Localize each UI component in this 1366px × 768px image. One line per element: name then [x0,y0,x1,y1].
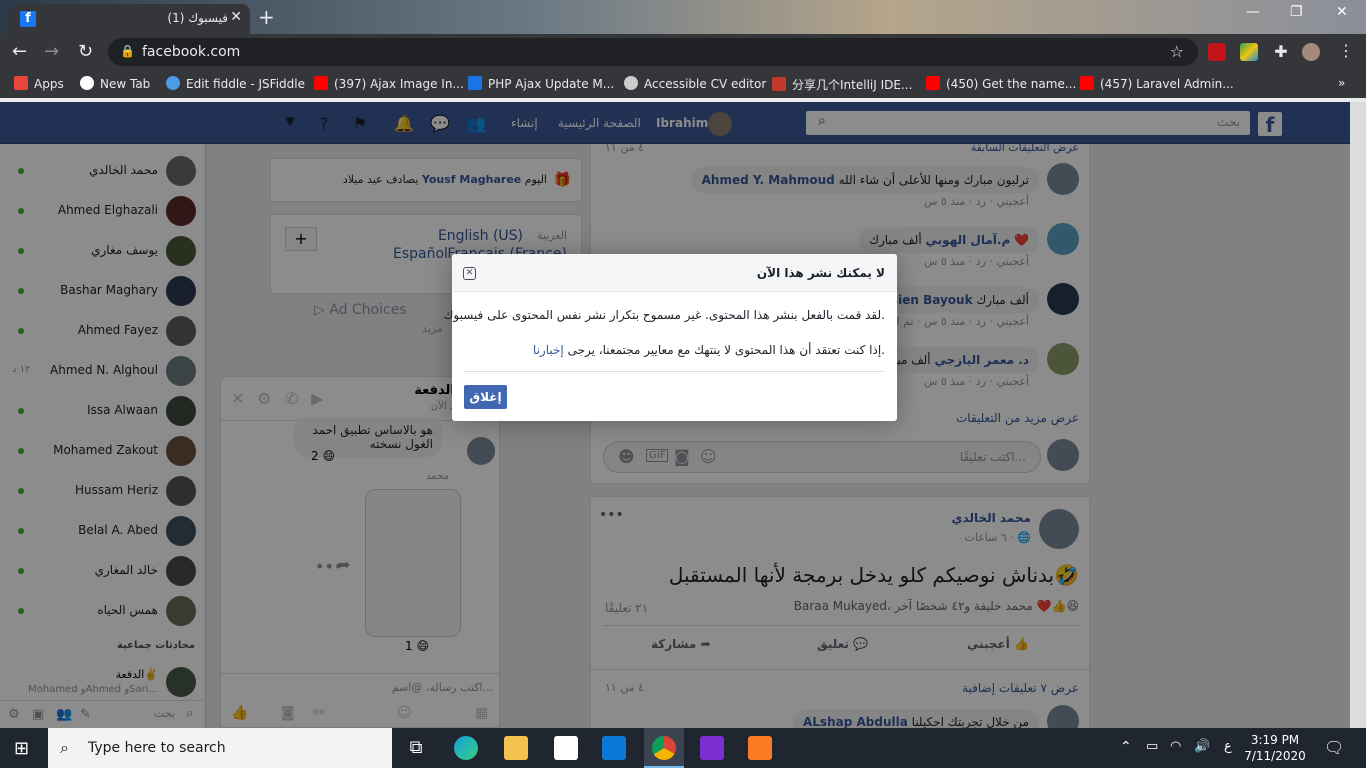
chrome-icon [652,736,676,760]
battery-icon[interactable]: ▭ [1146,739,1158,754]
globe-icon [80,76,94,90]
close-icon[interactable]: ✕ [463,267,476,280]
windows-taskbar: ⊞ ⌕ Type here to search ⧉ ⌃ ▭ ◠ 🔊 ع 3:19… [0,728,1366,768]
bookmark-ajax-image[interactable]: (397) Ajax Image In... [314,76,464,91]
dialog-message: لقد قمت بالفعل بنشر هذا المحتوى. غير مسم… [443,308,886,322]
browser-toolbar: ← → ↻ 🔒 facebook.com ☆ ✚ ⋮ [0,34,1366,70]
bookmark-new-tab[interactable]: New Tab [80,76,150,91]
volume-icon[interactable]: 🔊 [1194,739,1210,754]
input-language[interactable]: ع [1224,739,1232,754]
address-url: facebook.com [142,44,241,60]
page-scrollbar[interactable] [1350,102,1366,728]
notification-center-icon[interactable]: 🗨 [1324,738,1344,757]
dialog-report-message: إذا كنت تعتقد أن هذا المحتوى لا ينتهك مع… [532,343,885,357]
menu-kebab-icon[interactable]: ⋮ [1338,41,1354,60]
youtube-icon [926,76,940,90]
site-icon [772,77,786,91]
edge-browser-icon[interactable] [454,736,478,760]
xampp-icon[interactable] [748,736,772,760]
bookmark-php-ajax[interactable]: PHP Ajax Update M... [468,76,614,91]
profile-avatar[interactable] [1302,43,1320,61]
dialog-title: لا يمكنك نشر هذا الآن [756,266,885,280]
youtube-icon [1080,76,1094,90]
bookmark-star-icon[interactable]: ☆ [1170,42,1184,61]
w-icon [468,76,482,90]
lock-icon: 🔒 [120,44,135,58]
tab-close-icon[interactable]: ✕ [230,9,242,25]
new-tab-button[interactable]: + [258,5,275,29]
taskbar-clock[interactable]: 3:19 PM 7/11/2020 [1240,732,1310,764]
minimize-button[interactable]: — [1246,4,1260,20]
cannot-post-dialog: لا يمكنك نشر هذا الآن ✕ لقد قمت بالفعل ب… [444,254,897,421]
file-explorer-icon[interactable] [504,736,528,760]
divider [464,371,885,372]
bookmarks-overflow-icon[interactable]: » [1338,76,1345,90]
youtube-icon [314,76,328,90]
tab-title: (1) فيسبوك [167,11,228,25]
puzzle-extensions-icon[interactable]: ✚ [1272,43,1290,61]
chrome-taskbar-button[interactable] [644,728,684,768]
window-close-button[interactable]: ✕ [1336,4,1348,20]
browser-tabstrip: f (1) فيسبوك ✕ + — ❐ ✕ [0,0,1366,34]
dialog-header: لا يمكنك نشر هذا الآن ✕ [452,254,897,292]
search-icon: ⌕ [60,738,69,757]
windows-start-icon[interactable]: ⊞ [14,738,29,759]
phpstorm-icon[interactable] [700,736,724,760]
bookmark-jsfiddle[interactable]: Edit fiddle - JSFiddle [166,76,305,91]
bookmark-apps[interactable]: Apps [14,76,64,91]
bookmarks-bar: Apps New Tab Edit fiddle - JSFiddle (397… [0,70,1366,98]
bookmark-get-name[interactable]: (450) Get the name... [926,76,1076,91]
taskbar-search-input[interactable]: ⌕ Type here to search [48,728,392,768]
browser-tab[interactable]: f (1) فيسبوك ✕ [8,4,250,34]
bookmark-cv-editor[interactable]: Accessible CV editor [624,76,766,91]
bookmark-laravel[interactable]: (457) Laravel Admin... [1080,76,1234,91]
mail-icon[interactable] [602,736,626,760]
close-button[interactable]: إغلاق [464,385,507,409]
maximize-button[interactable]: ❐ [1290,4,1303,20]
tray-overflow-icon[interactable]: ⌃ [1120,739,1132,755]
pdf-extension-icon[interactable] [1208,43,1226,61]
facebook-favicon-icon: f [20,11,36,27]
extension-icon[interactable] [1240,43,1258,61]
jsfiddle-icon [166,76,180,90]
report-link[interactable]: إخبارنا [533,343,564,357]
task-view-icon[interactable]: ⧉ [404,736,428,760]
forward-arrow-icon[interactable]: → [44,41,59,62]
back-arrow-icon[interactable]: ← [12,41,27,62]
store-icon[interactable] [554,736,578,760]
star-sparkle-icon [624,76,638,90]
apps-grid-icon [14,76,28,90]
wifi-icon[interactable]: ◠ [1170,739,1181,754]
address-bar[interactable]: 🔒 facebook.com ☆ [108,38,1198,66]
reload-icon[interactable]: ↻ [78,41,93,62]
bookmark-intellij[interactable]: 分享几个IntelliJ IDE... [772,76,912,93]
